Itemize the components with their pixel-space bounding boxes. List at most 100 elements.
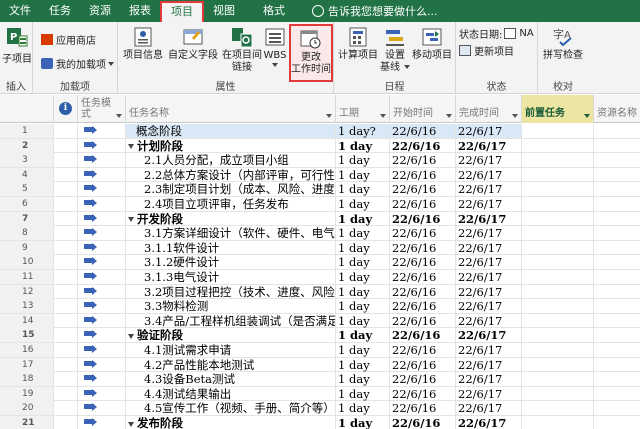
chevron-down-icon[interactable] [326, 114, 332, 118]
table-row[interactable]: 19 4.4测试结果输出 1 day 22/6/16 22/6/17 [0, 386, 640, 402]
tab-task[interactable]: 任务 [40, 0, 80, 22]
table-row[interactable]: 14 3.4产品/工程样机组装调试（是否满足 1 day 22/6/16 22/6/17 [0, 313, 640, 329]
store-button[interactable]: 应用商店 [41, 32, 96, 47]
row-finish[interactable]: 22/6/17 [456, 255, 522, 270]
row-resources[interactable] [594, 255, 640, 269]
row-task-mode[interactable] [78, 167, 126, 182]
row-finish[interactable]: 22/6/17 [456, 357, 522, 372]
tell-me-box[interactable]: 告诉我您想要做什么... [312, 0, 438, 22]
row-task-mode[interactable] [78, 153, 126, 168]
table-row[interactable]: 12 3.2项目过程把控（技术、进度、风险 1 day 22/6/16 22/6/17 [0, 284, 640, 300]
row-predecessors[interactable] [522, 270, 594, 284]
row-finish[interactable]: 22/6/17 [456, 328, 522, 343]
row-duration[interactable]: 1 day [336, 328, 390, 343]
row-resources[interactable] [594, 226, 640, 240]
chevron-down-icon[interactable] [584, 114, 590, 118]
row-number[interactable]: 8 [0, 226, 54, 241]
row-start[interactable]: 22/6/16 [390, 372, 456, 387]
collapse-triangle-icon[interactable] [128, 333, 134, 339]
row-task-mode[interactable] [78, 124, 126, 138]
row-task-mode[interactable] [78, 299, 126, 314]
header-predecessors[interactable]: 前置任务 [522, 95, 594, 123]
row-predecessors[interactable] [522, 416, 594, 429]
row-task-name[interactable]: 概念阶段 [126, 124, 336, 138]
row-start[interactable]: 22/6/16 [390, 357, 456, 372]
row-start[interactable]: 22/6/16 [390, 284, 456, 299]
table-row[interactable]: 5 2.3制定项目计划（成本、风险、进度 1 day 22/6/16 22/6/17 [0, 182, 640, 197]
row-duration[interactable]: 1 day [336, 386, 390, 401]
row-number[interactable]: 20 [0, 401, 54, 416]
row-task-name[interactable]: 2.2总体方案设计（内部评审，可行性 [126, 167, 336, 182]
row-predecessors[interactable] [522, 343, 594, 357]
table-row[interactable]: 10 3.1.2硬件设计 1 day 22/6/16 22/6/17 [0, 255, 640, 270]
wbs-button[interactable]: WBS [263, 26, 287, 67]
row-finish[interactable]: 22/6/17 [456, 240, 522, 255]
collapse-triangle-icon[interactable] [128, 217, 134, 223]
row-duration[interactable]: 1 day [336, 313, 390, 328]
header-task-mode[interactable]: 任务模 式 [78, 95, 126, 123]
row-predecessors[interactable] [522, 240, 594, 255]
header-start[interactable]: 开始时间 [390, 95, 456, 123]
row-task-mode[interactable] [78, 401, 126, 416]
row-resources[interactable] [594, 372, 640, 386]
row-number[interactable]: 21 [0, 416, 54, 429]
row-predecessors[interactable] [522, 197, 594, 211]
row-finish[interactable]: 22/6/17 [456, 386, 522, 401]
row-finish[interactable]: 22/6/17 [456, 416, 522, 429]
row-finish[interactable]: 22/6/17 [456, 284, 522, 299]
row-predecessors[interactable] [522, 182, 594, 197]
row-start[interactable]: 22/6/16 [390, 124, 456, 138]
table-row[interactable]: 1 概念阶段 1 day? 22/6/16 22/6/17 [0, 124, 640, 139]
row-task-mode[interactable] [78, 372, 126, 387]
row-start[interactable]: 22/6/16 [390, 270, 456, 284]
tab-format[interactable]: 格式 [254, 0, 294, 22]
row-task-name[interactable]: 3.2项目过程把控（技术、进度、风险 [126, 284, 336, 299]
row-duration[interactable]: 1 day [336, 153, 390, 168]
row-resources[interactable] [594, 358, 640, 372]
row-predecessors[interactable] [522, 284, 594, 299]
row-task-mode[interactable] [78, 240, 126, 255]
row-resources[interactable] [594, 285, 640, 299]
row-number[interactable]: 16 [0, 343, 54, 357]
row-predecessors[interactable] [522, 357, 594, 372]
row-number[interactable]: 4 [0, 167, 54, 182]
tab-file[interactable]: 文件 [0, 0, 40, 22]
row-task-name[interactable]: 计划阶段 [126, 138, 336, 153]
project-info-button[interactable]: 项目信息 [121, 26, 165, 62]
status-date-field[interactable]: 状态日期: NA [459, 26, 534, 41]
row-task-name[interactable]: 4.2产品性能本地测试 [126, 357, 336, 372]
chevron-down-icon[interactable] [116, 114, 122, 118]
row-predecessors[interactable] [522, 211, 594, 226]
row-number[interactable]: 14 [0, 313, 54, 328]
custom-fields-button[interactable]: 自定义字段 [166, 26, 220, 62]
row-number[interactable]: 11 [0, 270, 54, 284]
row-duration[interactable]: 1 day? [336, 124, 390, 138]
row-predecessors[interactable] [522, 372, 594, 387]
row-resources[interactable] [594, 241, 640, 255]
table-row[interactable]: 16 4.1测试需求申请 1 day 22/6/16 22/6/17 [0, 343, 640, 358]
row-task-mode[interactable] [78, 313, 126, 328]
calculate-project-button[interactable]: 计算项目 [337, 26, 379, 62]
row-duration[interactable]: 1 day [336, 138, 390, 153]
row-start[interactable]: 22/6/16 [390, 211, 456, 226]
row-number[interactable]: 17 [0, 357, 54, 372]
row-task-name[interactable]: 开发阶段 [126, 211, 336, 226]
row-duration[interactable]: 1 day [336, 226, 390, 241]
row-duration[interactable]: 1 day [336, 211, 390, 226]
row-finish[interactable]: 22/6/17 [456, 372, 522, 387]
row-task-name[interactable]: 2.3制定项目计划（成本、风险、进度 [126, 182, 336, 197]
row-finish[interactable]: 22/6/17 [456, 226, 522, 241]
row-resources[interactable] [594, 139, 640, 153]
row-task-name[interactable]: 2.1人员分配，成立项目小组 [126, 153, 336, 168]
row-predecessors[interactable] [522, 386, 594, 401]
row-task-name[interactable]: 2.4项目立项评审，任务发布 [126, 197, 336, 211]
row-resources[interactable] [594, 387, 640, 401]
row-predecessors[interactable] [522, 299, 594, 314]
table-row[interactable]: 7 开发阶段 1 day 22/6/16 22/6/17 [0, 211, 640, 227]
header-resource-names[interactable]: 资源名称 [594, 95, 640, 123]
table-row[interactable]: 20 4.5宣传工作（视频、手册、简介等） 1 day 22/6/16 22/6/17 [0, 401, 640, 416]
row-task-name[interactable]: 4.1测试需求申请 [126, 343, 336, 357]
header-finish[interactable]: 完成时间 [456, 95, 522, 123]
row-task-name[interactable]: 3.1.3电气设计 [126, 270, 336, 284]
row-task-mode[interactable] [78, 211, 126, 226]
